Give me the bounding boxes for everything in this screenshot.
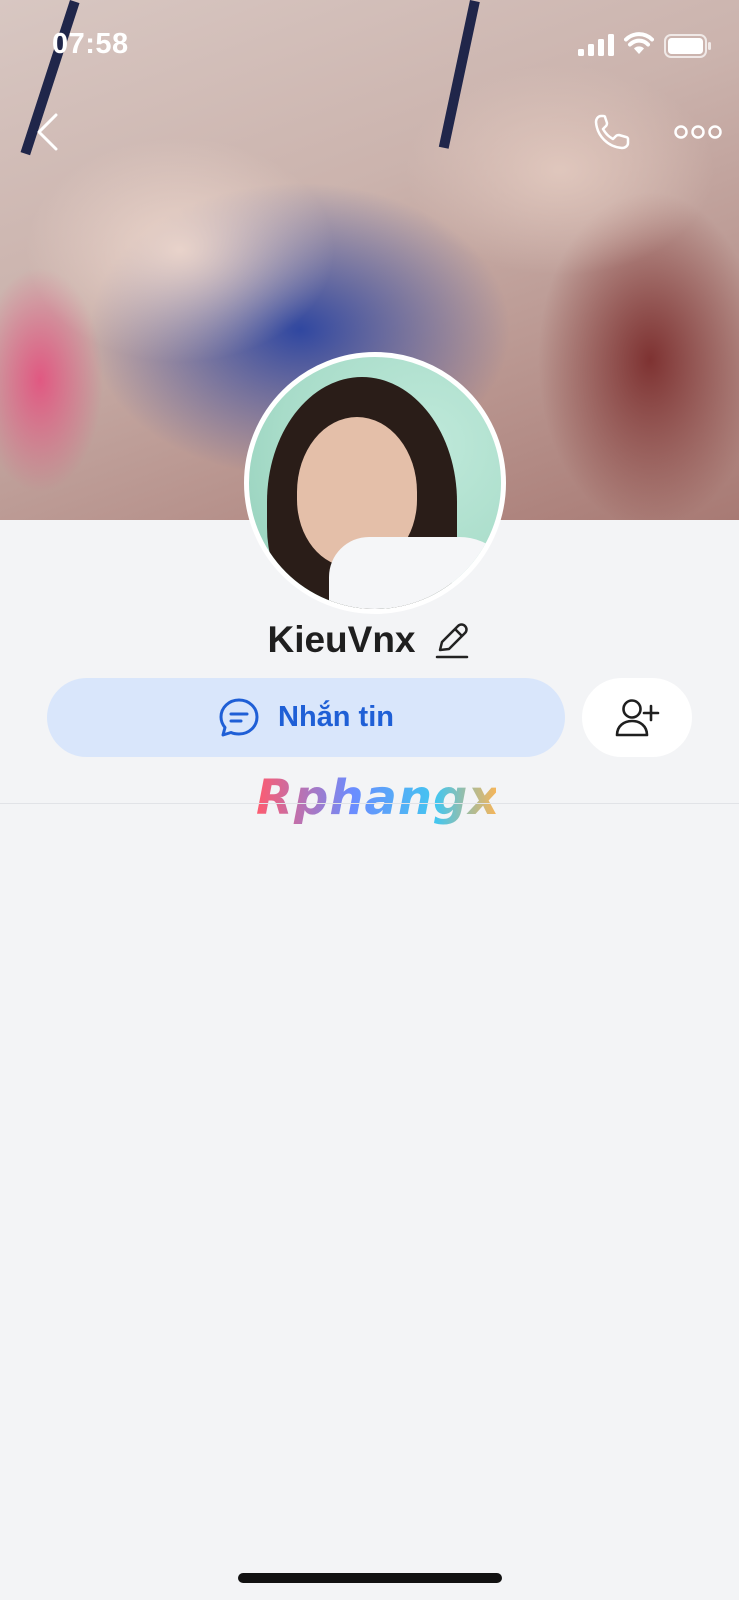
add-user-icon — [615, 698, 660, 736]
phone-icon — [594, 114, 630, 150]
watermark-logo: Rphangx — [256, 770, 499, 830]
home-indicator — [238, 1573, 502, 1583]
status-bar: 07:58 — [0, 0, 739, 90]
chevron-left-icon — [37, 113, 58, 151]
edit-name-button[interactable] — [432, 619, 472, 661]
status-time: 07:58 — [52, 28, 129, 60]
more-button[interactable] — [668, 112, 728, 152]
back-button[interactable] — [22, 104, 72, 160]
avatar-detail — [329, 537, 501, 609]
message-button[interactable]: Nhắn tin — [47, 678, 565, 757]
signal-icon — [578, 34, 614, 56]
add-friend-button[interactable] — [582, 678, 692, 757]
profile-avatar[interactable] — [244, 352, 506, 614]
profile-name-row: KieuVnx — [0, 612, 739, 668]
wifi-icon — [624, 32, 654, 54]
call-button[interactable] — [584, 104, 640, 160]
pencil-icon — [435, 623, 468, 659]
message-button-label: Nhắn tin — [278, 701, 394, 733]
chat-bubble-icon — [219, 698, 259, 736]
profile-name: KieuVnx — [267, 619, 416, 660]
more-horizontal-icon — [674, 125, 722, 139]
divider — [0, 803, 739, 804]
battery-icon — [664, 34, 711, 58]
